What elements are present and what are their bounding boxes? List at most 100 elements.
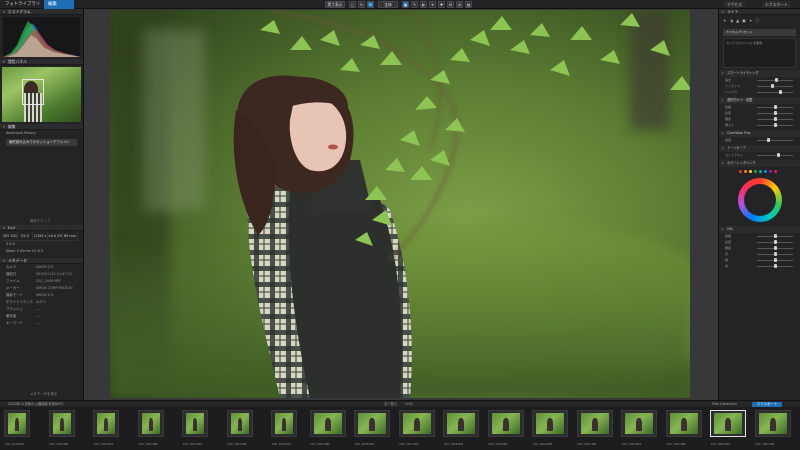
filmstrip-thumbnail[interactable]: DSC_2059.NEF: [487, 410, 524, 446]
slider-track[interactable]: [757, 90, 793, 94]
filmstrip-thumbnail[interactable]: DSC_2049.NEF: [48, 410, 75, 446]
slider-track[interactable]: [757, 138, 793, 142]
purple-swatch-icon[interactable]: [769, 170, 772, 173]
slider-knob[interactable]: [775, 78, 778, 82]
slider-track[interactable]: [757, 240, 793, 244]
eyedropper-tool-icon[interactable]: ⌖: [429, 1, 436, 8]
filmstrip-thumbnail[interactable]: DSC_2062.NEF: [621, 410, 657, 446]
slider-row[interactable]: 強度: [719, 137, 800, 143]
fit-tool-icon[interactable]: ⊕: [367, 1, 374, 8]
navigator-thumbnail[interactable]: [2, 67, 81, 122]
tab-photo-library[interactable]: フォトライブラリ: [2, 1, 43, 8]
slider-knob[interactable]: [774, 240, 777, 244]
filmstrip-thumbnail[interactable]: DSC_2061.NEF: [576, 410, 613, 446]
slider-knob[interactable]: [774, 258, 777, 262]
filmstrip-thumbnail[interactable]: DSC_2058.NEF: [443, 410, 479, 446]
slider-track[interactable]: [757, 246, 793, 250]
undo-step[interactable]: 最終ステップ: [0, 218, 83, 225]
right-panel-header[interactable]: ライト: [719, 9, 800, 15]
slider-row[interactable]: 明るさ: [719, 122, 800, 128]
red-swatch-icon[interactable]: [739, 170, 742, 173]
slider-track[interactable]: [757, 78, 793, 82]
green-swatch-icon[interactable]: [754, 170, 757, 173]
slider-knob[interactable]: [774, 252, 777, 256]
advanced-history-toggle[interactable]: Advanced History: [0, 130, 83, 137]
exif-header[interactable]: Exif: [0, 225, 83, 231]
filmstrip-thumbnail[interactable]: DSC_2057.NEF: [398, 410, 435, 446]
slider-knob[interactable]: [774, 111, 777, 115]
slider-knob[interactable]: [779, 90, 782, 94]
histogram-header[interactable]: ヒストグラム: [0, 9, 83, 15]
brush-tool-icon[interactable]: ✎: [411, 1, 418, 8]
slider-track[interactable]: [757, 111, 793, 115]
main-photo[interactable]: [110, 10, 690, 398]
slider-knob[interactable]: [774, 234, 777, 238]
blue-swatch-icon[interactable]: [764, 170, 767, 173]
filmstrip-thumbnail[interactable]: DSC_2056.NEF: [354, 410, 390, 446]
slider-row[interactable]: 青: [719, 263, 800, 269]
mask-tool-icon[interactable]: ◎: [456, 1, 463, 8]
cyan-swatch-icon[interactable]: [759, 170, 762, 173]
filmstrip-thumbnail[interactable]: DSC_2048.NEF: [4, 410, 30, 446]
filmstrip-thumbnail[interactable]: DSC_2064.NEF: [710, 410, 746, 446]
slider-track[interactable]: [757, 105, 793, 109]
slider-knob[interactable]: [774, 117, 777, 121]
section-clearview[interactable]: ClearView Plus: [719, 130, 800, 137]
slider-track[interactable]: [757, 117, 793, 121]
slider-row[interactable]: コントラスト: [719, 152, 800, 158]
section-smart-lighting[interactable]: スマートライティング: [719, 70, 800, 77]
horizon-tool-icon[interactable]: ⊟: [447, 1, 454, 8]
section-color-rendering[interactable]: カラーレンダリング: [719, 160, 800, 167]
history-entry[interactable]: 最終読み込みでのセッションデフォルト: [6, 139, 77, 146]
section-selective-color[interactable]: 選択的カラー調整: [719, 97, 800, 104]
slider-knob[interactable]: [777, 153, 780, 157]
export-top-button[interactable]: エクスポート: [762, 1, 791, 8]
filmstrip-thumbnail[interactable]: DSC_2060.NEF: [532, 410, 568, 446]
view-tool-icon[interactable]: ▤: [465, 1, 472, 8]
detail-icon[interactable]: ▲: [736, 18, 739, 24]
rotate-tool-icon[interactable]: ↻: [358, 1, 365, 8]
slider-row[interactable]: シャドウ: [719, 89, 800, 95]
metadata-icon[interactable]: ⓘ: [755, 18, 759, 24]
orange-swatch-icon[interactable]: [744, 170, 747, 173]
slider-knob[interactable]: [774, 246, 777, 250]
slider-track[interactable]: [757, 258, 793, 262]
light-icon[interactable]: ☀: [723, 18, 727, 24]
compare-tool-icon[interactable]: ▣: [402, 1, 409, 8]
slider-track[interactable]: [757, 123, 793, 127]
filmstrip-thumbnail[interactable]: DSC_2052.NEF: [182, 410, 208, 446]
slider-knob[interactable]: [774, 264, 777, 268]
slider-knob[interactable]: [767, 138, 770, 142]
slider-track[interactable]: [757, 252, 793, 256]
watermark-icon[interactable]: ✦: [749, 18, 752, 24]
settings-button[interactable]: アクセス: [724, 1, 745, 8]
magenta-swatch-icon[interactable]: [774, 170, 777, 173]
geometry-icon[interactable]: ▣: [742, 18, 746, 24]
slider-knob[interactable]: [771, 84, 774, 88]
repair-tool-icon[interactable]: ✚: [438, 1, 445, 8]
color-icon[interactable]: ◑: [730, 18, 734, 24]
preset-selector[interactable]: カスタムプリセット: [723, 29, 796, 36]
filmstrip-thumbnail[interactable]: DSC_2054.NEF: [271, 410, 297, 446]
slider-knob[interactable]: [774, 105, 777, 109]
navigator-header[interactable]: 閲覧パネル: [0, 59, 83, 65]
filmstrip-thumbnail[interactable]: DSC_2050.NEF: [93, 410, 119, 446]
slider-track[interactable]: [757, 153, 793, 157]
slider-track[interactable]: [757, 264, 793, 268]
filmstrip-thumbnail[interactable]: DSC_2053.NEF: [226, 410, 253, 446]
section-tone-curve[interactable]: トーンカーブ: [719, 145, 800, 152]
metadata-footer[interactable]: メタデータを表示: [0, 391, 83, 398]
color-wheel[interactable]: [737, 178, 782, 222]
zoom-button[interactable]: 実寸表示: [325, 1, 345, 8]
tab-edit[interactable]: 編集: [44, 0, 74, 9]
filmstrip-thumbnail[interactable]: DSC_2055.NEF: [309, 410, 346, 446]
filmstrip-thumbnail[interactable]: DSC_2063.NEF: [665, 410, 702, 446]
slider-knob[interactable]: [774, 123, 777, 127]
yellow-swatch-icon[interactable]: [749, 170, 752, 173]
filmstrip-thumbnail[interactable]: DSC_2051.NEF: [137, 410, 164, 446]
crop-tool-icon[interactable]: ▢: [349, 1, 356, 8]
gradient-tool-icon[interactable]: ◐: [420, 1, 427, 8]
section-hsl[interactable]: HSL: [719, 226, 800, 233]
filmstrip-thumbnail[interactable]: DSC_2065.NEF: [754, 410, 791, 446]
slider-track[interactable]: [757, 234, 793, 238]
